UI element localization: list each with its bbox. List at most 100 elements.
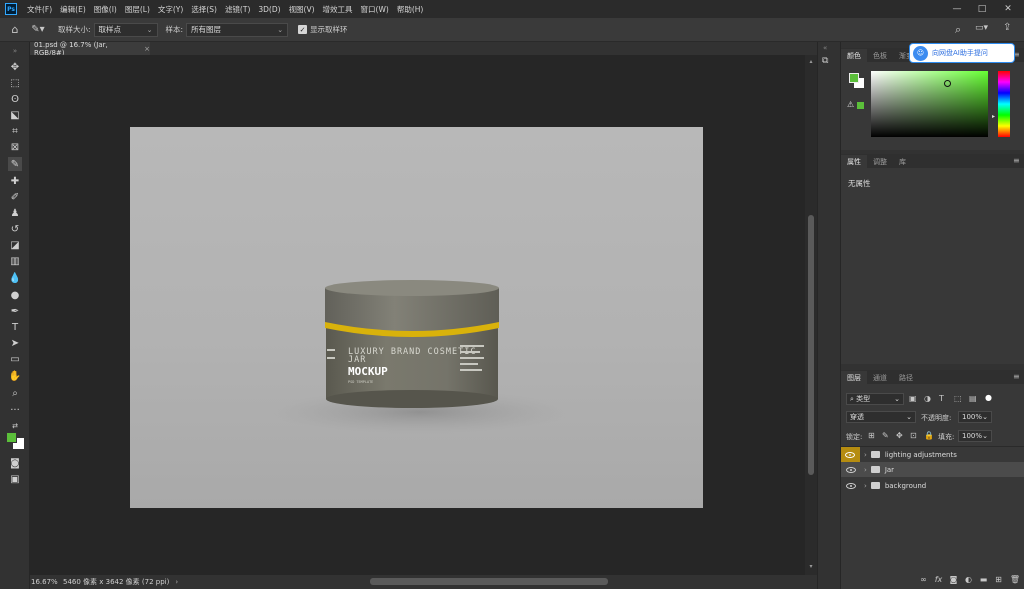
- gradient-tool-icon[interactable]: ▥: [8, 254, 22, 268]
- hand-tool-icon[interactable]: ✋: [8, 369, 22, 383]
- frame-tool-icon[interactable]: ⊠: [8, 140, 22, 154]
- menu-help[interactable]: 帮助(H): [393, 4, 428, 15]
- filter-smart-object-icon[interactable]: ▤: [969, 394, 977, 403]
- history-icon[interactable]: ⧉: [822, 56, 836, 70]
- quick-mask-icon[interactable]: ◙: [8, 456, 22, 470]
- type-tool-icon[interactable]: T: [8, 320, 22, 334]
- minimize-button[interactable]: —: [946, 0, 968, 18]
- visibility-toggle[interactable]: [841, 466, 860, 473]
- sample-select[interactable]: 所有图层 ⌄: [186, 22, 289, 37]
- eyedropper-preset-icon[interactable]: ✎▾: [26, 24, 50, 35]
- expand-chevron-icon[interactable]: ›: [864, 466, 867, 474]
- pen-tool-icon[interactable]: ✒: [8, 304, 22, 318]
- foreground-color-swatch[interactable]: [6, 432, 17, 443]
- color-picker-handle[interactable]: [944, 80, 951, 87]
- foreground-color-chip[interactable]: [849, 73, 859, 83]
- tab-channels[interactable]: 通道: [867, 371, 893, 384]
- hue-slider-handle-icon[interactable]: ▸: [992, 113, 995, 120]
- menu-filter[interactable]: 滤镜(T): [221, 4, 254, 15]
- expand-chevron-icon[interactable]: ›: [864, 482, 867, 490]
- panel-menu-icon[interactable]: ≡: [1013, 156, 1020, 165]
- workspace-icon[interactable]: ▭▾: [975, 23, 988, 33]
- blend-mode-select[interactable]: 穿透 ⌄: [846, 411, 916, 423]
- share-icon[interactable]: ⇪: [1003, 22, 1011, 33]
- swap-colors-icon[interactable]: ⇄: [8, 419, 22, 433]
- new-layer-icon[interactable]: ⊞: [991, 575, 1006, 584]
- ai-assistant-button[interactable]: ☺ 向网盘AI助手提问: [909, 43, 1015, 63]
- collapse-icon[interactable]: »: [8, 44, 22, 58]
- tab-libraries[interactable]: 库: [893, 155, 912, 168]
- document-tab[interactable]: 01.psd @ 16.7% (Jar, RGB/8#) ×: [30, 41, 150, 57]
- menu-3d[interactable]: 3D(D): [254, 5, 284, 14]
- vertical-scrollbar[interactable]: ▴ ▾: [805, 55, 817, 575]
- marquee-tool-icon[interactable]: ⬚: [8, 76, 22, 90]
- close-window-button[interactable]: ✕: [997, 0, 1019, 18]
- filter-shape-icon[interactable]: ⬚: [954, 394, 962, 403]
- lock-position-icon[interactable]: ✥: [896, 431, 903, 440]
- layer-row-jar[interactable]: › Jar: [841, 462, 1024, 477]
- tab-color[interactable]: 颜色: [841, 49, 867, 62]
- close-tab-icon[interactable]: ×: [144, 45, 150, 53]
- menu-image[interactable]: 图像(I): [90, 4, 121, 15]
- visibility-toggle[interactable]: [841, 447, 860, 462]
- rectangle-tool-icon[interactable]: ▭: [8, 352, 22, 366]
- filter-pixel-icon[interactable]: ▣: [909, 394, 917, 403]
- menu-view[interactable]: 视图(V): [285, 4, 319, 15]
- filter-adjustment-icon[interactable]: ◑: [924, 394, 931, 403]
- menu-window[interactable]: 窗口(W): [357, 4, 393, 15]
- scroll-up-icon[interactable]: ▴: [807, 58, 815, 65]
- layer-row-background[interactable]: › background: [841, 478, 1024, 493]
- trash-icon[interactable]: 🗑: [1006, 575, 1024, 584]
- lasso-tool-icon[interactable]: ʘ: [8, 92, 22, 106]
- expand-panels-icon[interactable]: «: [823, 44, 827, 52]
- color-field[interactable]: [871, 71, 988, 137]
- menu-type[interactable]: 文字(Y): [154, 4, 187, 15]
- dodge-tool-icon[interactable]: ●: [8, 288, 22, 302]
- blur-tool-icon[interactable]: 💧: [8, 271, 22, 285]
- visibility-toggle[interactable]: [841, 482, 860, 489]
- sample-size-select[interactable]: 取样点 ⌄: [93, 22, 158, 37]
- lock-artboard-icon[interactable]: ⊡: [910, 431, 917, 440]
- gamut-color-chip[interactable]: [857, 102, 864, 109]
- brush-tool-icon[interactable]: ✐: [8, 190, 22, 204]
- vertical-scroll-thumb[interactable]: [808, 215, 814, 475]
- history-brush-icon[interactable]: ↺: [8, 222, 22, 236]
- menu-file[interactable]: 文件(F): [23, 4, 56, 15]
- layer-row-lighting[interactable]: › lighting adjustments: [841, 447, 1024, 462]
- quick-select-tool-icon[interactable]: ⬕: [8, 108, 22, 122]
- tab-adjustments[interactable]: 调整: [867, 155, 893, 168]
- menu-plugins[interactable]: 增效工具: [319, 4, 357, 15]
- menu-select[interactable]: 选择(S): [187, 4, 221, 15]
- crop-tool-icon[interactable]: ⌗: [8, 124, 22, 138]
- clone-stamp-icon[interactable]: ♟: [8, 206, 22, 220]
- hue-slider[interactable]: [998, 71, 1010, 137]
- home-icon[interactable]: ⌂: [4, 23, 26, 36]
- horizontal-scroll-thumb[interactable]: [370, 578, 608, 585]
- zoom-level[interactable]: 16.67%: [31, 578, 61, 586]
- filter-type-icon[interactable]: T: [939, 394, 944, 403]
- status-arrow-icon[interactable]: ›: [175, 578, 178, 586]
- menu-layer[interactable]: 图层(L): [121, 4, 154, 15]
- artwork-canvas[interactable]: LUXURY BRAND COSMETIC JAR MOCKUP PSD TEM…: [130, 127, 703, 508]
- maximize-button[interactable]: □: [971, 0, 993, 18]
- move-tool-icon[interactable]: ✥: [8, 60, 22, 74]
- mask-icon[interactable]: ◙: [946, 575, 961, 584]
- lock-transparent-icon[interactable]: ⊞: [868, 431, 875, 440]
- gamut-warning-icon[interactable]: ⚠: [847, 100, 854, 109]
- search-icon[interactable]: ⌕: [955, 23, 961, 37]
- panel-menu-icon[interactable]: ≡: [1013, 372, 1020, 381]
- eraser-tool-icon[interactable]: ◪: [8, 238, 22, 252]
- tab-paths[interactable]: 路径: [893, 371, 919, 384]
- tab-swatches[interactable]: 色板: [867, 49, 893, 62]
- filter-toggle-icon[interactable]: ●: [985, 393, 992, 402]
- tab-properties[interactable]: 属性: [841, 155, 867, 168]
- scroll-down-icon[interactable]: ▾: [807, 563, 815, 570]
- eyedropper-tool-icon[interactable]: ✎: [8, 157, 22, 171]
- healing-brush-icon[interactable]: ✚: [8, 174, 22, 188]
- lock-all-icon[interactable]: 🔒: [924, 431, 934, 440]
- fill-field[interactable]: 100% ⌄: [958, 430, 992, 442]
- screen-mode-icon[interactable]: ▣: [8, 472, 22, 486]
- layer-filter-select[interactable]: ⌕ 类型 ⌄: [846, 393, 904, 405]
- show-ring-checkbox[interactable]: ✓: [298, 25, 308, 34]
- menu-edit[interactable]: 编辑(E): [56, 4, 90, 15]
